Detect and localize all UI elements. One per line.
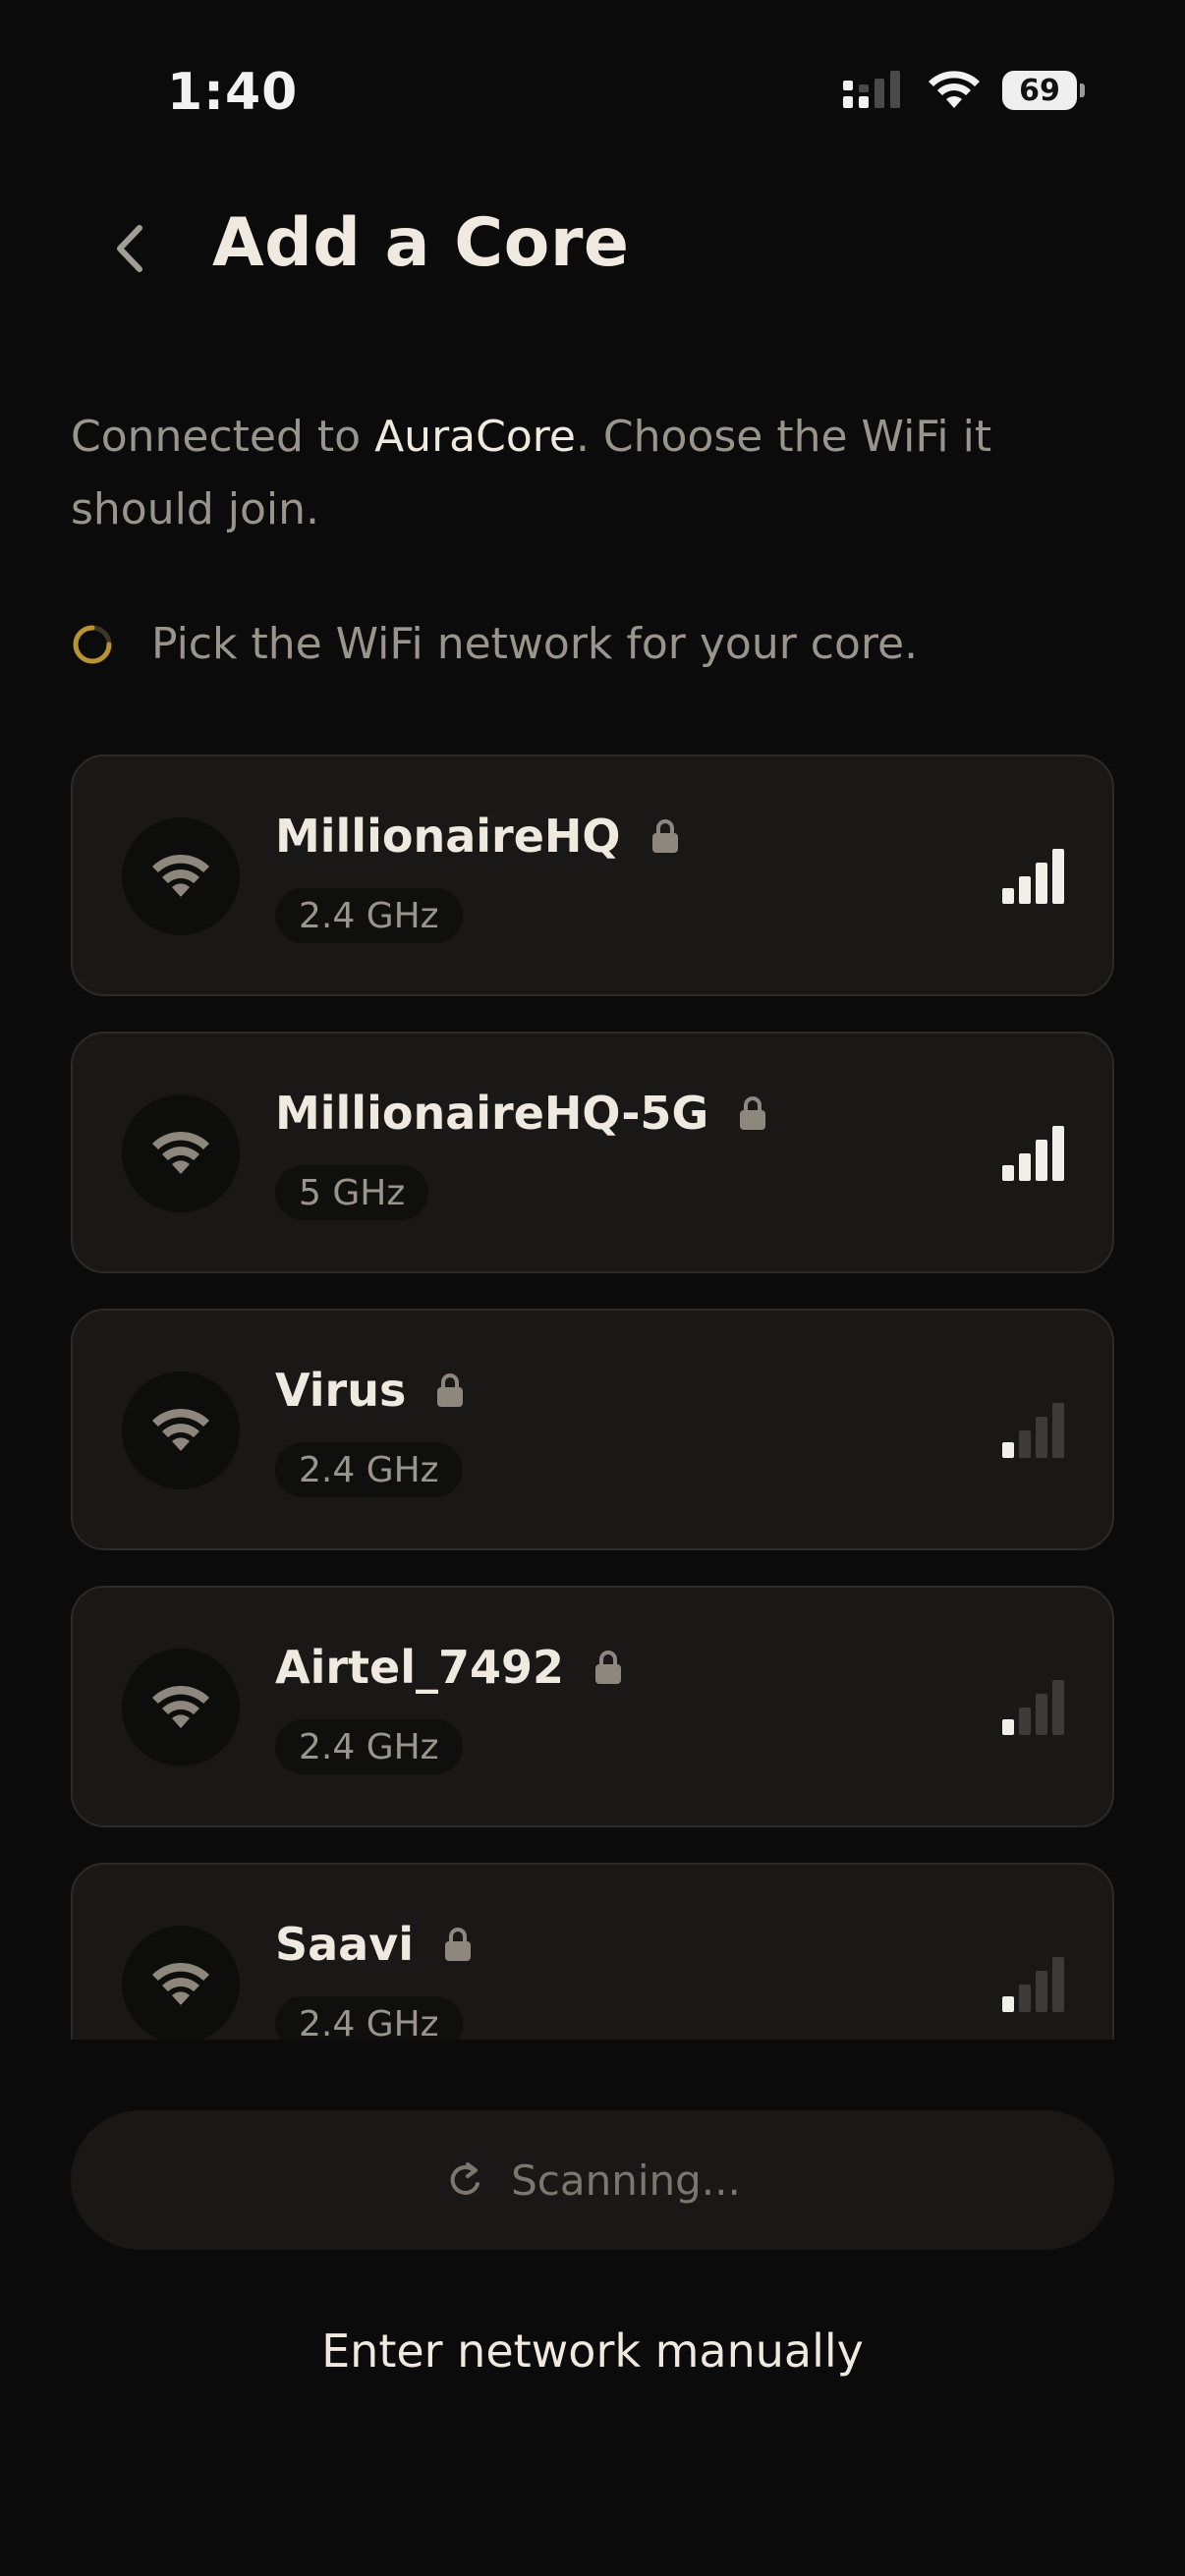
signal-strength-icon bbox=[1002, 1126, 1064, 1181]
wifi-icon bbox=[152, 1685, 209, 1728]
subtitle-prefix: Connected to bbox=[71, 412, 375, 462]
band-badge: 2.4 GHz bbox=[275, 1719, 463, 1774]
cellular-signal-icon bbox=[843, 71, 900, 108]
chevron-left-icon bbox=[117, 225, 142, 272]
scanning-label: Scanning... bbox=[511, 2156, 741, 2205]
network-name: MillionaireHQ-5G bbox=[275, 1087, 709, 1140]
lock-icon bbox=[595, 1651, 622, 1684]
band-badge: 5 GHz bbox=[275, 1165, 429, 1220]
network-item[interactable]: Saavi 2.4 GHz bbox=[71, 1863, 1114, 2040]
network-name-row: Airtel_7492 bbox=[275, 1641, 623, 1694]
wifi-icon bbox=[152, 854, 209, 897]
network-name-row: MillionaireHQ bbox=[275, 810, 680, 863]
status-icons: 69 bbox=[843, 71, 1085, 110]
battery-indicator: 69 bbox=[1002, 71, 1085, 110]
device-name: AuraCore bbox=[374, 412, 576, 462]
network-name-row: MillionaireHQ-5G bbox=[275, 1087, 767, 1140]
lock-icon bbox=[651, 819, 678, 853]
connection-subtitle: Connected to AuraCore. Choose the WiFi i… bbox=[71, 401, 1053, 546]
wifi-icon bbox=[152, 1408, 209, 1451]
network-name-row: Virus bbox=[275, 1364, 465, 1417]
band-badge: 2.4 GHz bbox=[275, 888, 463, 943]
network-name: MillionaireHQ bbox=[275, 810, 621, 863]
network-list[interactable]: MillionaireHQ 2.4 GHz MillionaireHQ-5G 5 GH… bbox=[71, 755, 1114, 2040]
signal-strength-icon bbox=[1002, 849, 1064, 904]
band-badge: 2.4 GHz bbox=[275, 1996, 463, 2040]
network-icon-circle bbox=[122, 1094, 240, 1212]
back-button[interactable] bbox=[102, 214, 161, 283]
network-item[interactable]: MillionaireHQ-5G 5 GHz bbox=[71, 1032, 1114, 1273]
loading-spinner-icon bbox=[73, 625, 112, 663]
network-item[interactable]: MillionaireHQ 2.4 GHz bbox=[71, 755, 1114, 996]
network-icon-circle bbox=[122, 1372, 240, 1489]
enter-manually-link[interactable]: Enter network manually bbox=[0, 2324, 1185, 2378]
signal-strength-icon bbox=[1002, 1403, 1064, 1458]
page-title: Add a Core bbox=[212, 204, 630, 282]
band-badge: 2.4 GHz bbox=[275, 1442, 463, 1497]
network-name: Saavi bbox=[275, 1918, 414, 1971]
wifi-status-icon bbox=[929, 71, 980, 108]
wifi-icon bbox=[152, 1962, 209, 2005]
wifi-icon bbox=[152, 1131, 209, 1174]
signal-strength-icon bbox=[1002, 1957, 1064, 2012]
hint-text: Pick the WiFi network for your core. bbox=[151, 619, 919, 669]
lock-icon bbox=[437, 1373, 464, 1407]
network-name: Airtel_7492 bbox=[275, 1641, 565, 1694]
signal-strength-icon bbox=[1002, 1680, 1064, 1735]
network-name: Virus bbox=[275, 1364, 407, 1417]
refresh-icon bbox=[450, 2162, 480, 2195]
network-icon-circle bbox=[122, 1926, 240, 2040]
lock-icon bbox=[740, 1096, 766, 1130]
battery-level: 69 bbox=[1019, 73, 1060, 108]
network-item[interactable]: Virus 2.4 GHz bbox=[71, 1309, 1114, 1550]
status-time: 1:40 bbox=[167, 63, 299, 122]
network-name-row: Saavi bbox=[275, 1918, 473, 1971]
network-item[interactable]: Airtel_7492 2.4 GHz bbox=[71, 1586, 1114, 1827]
network-icon-circle bbox=[122, 1649, 240, 1766]
scan-hint: Pick the WiFi network for your core. bbox=[71, 619, 918, 669]
network-icon-circle bbox=[122, 817, 240, 935]
lock-icon bbox=[444, 1928, 471, 1961]
scanning-button[interactable]: Scanning... bbox=[71, 2110, 1114, 2250]
